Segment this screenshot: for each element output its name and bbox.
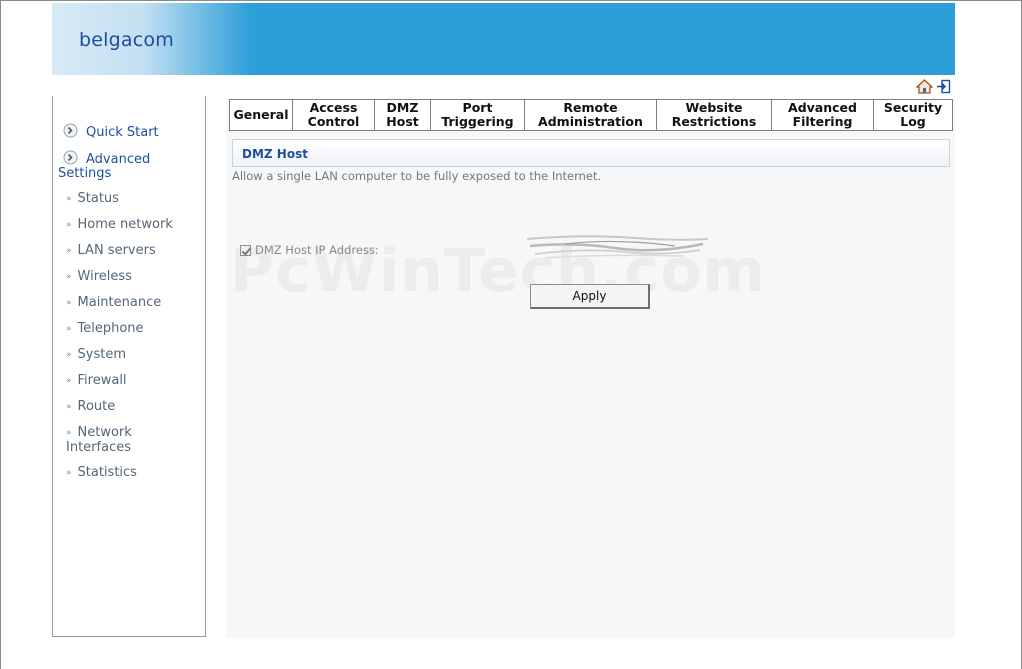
sidebar-item-label: Maintenance [77, 295, 162, 310]
tab-label: General [233, 107, 289, 122]
sidebar-item-label: Telephone [77, 321, 144, 336]
sidebar-item-label: Wireless [77, 269, 132, 284]
sidebar-item-label: Route [77, 399, 116, 414]
sidebar-item-label: System [77, 347, 126, 362]
header-banner: belgacom [52, 3, 955, 75]
sidebar-item-label: Statistics [77, 465, 137, 480]
tab-label-line2: Restrictions [671, 114, 757, 129]
tab-label: Security [883, 100, 943, 115]
section-title: DMZ Host [232, 139, 950, 167]
tab-remote-administration[interactable]: Remote Administration [525, 100, 657, 130]
sidebar-item-route[interactable]: » Route [66, 399, 115, 414]
tab-label-line2: Log [900, 114, 926, 129]
logo[interactable]: belgacom [79, 29, 174, 51]
sidebar-item-label-line2: Interfaces [66, 440, 131, 455]
tab-label-line2: Host [386, 114, 419, 129]
sidebar-item-lan-servers[interactable]: » LAN servers [66, 243, 156, 258]
sidebar-item-maintenance[interactable]: » Maintenance [66, 295, 161, 310]
double-chevron-icon: » [66, 324, 72, 334]
double-chevron-icon: » [66, 298, 72, 308]
sidebar-item-firewall[interactable]: » Firewall [66, 373, 127, 388]
tab-access-control[interactable]: Access Control [293, 100, 375, 130]
tab-label: Website [685, 100, 743, 115]
home-icon[interactable] [916, 79, 933, 94]
sidebar-item-statistics[interactable]: » Statistics [66, 465, 137, 480]
tab-label: DMZ [386, 100, 419, 115]
ip-address-field[interactable] [525, 234, 710, 264]
dmz-host-label: DMZ Host IP Address: [255, 243, 379, 257]
double-chevron-icon: » [66, 272, 72, 282]
logout-icon[interactable] [936, 79, 951, 94]
sidebar-item-status[interactable]: » Status [66, 191, 119, 206]
sidebar-item-wireless[interactable]: » Wireless [66, 269, 132, 284]
tab-dmz-host[interactable]: DMZ Host [375, 100, 431, 130]
section-description: Allow a single LAN computer to be fully … [232, 169, 602, 183]
double-chevron-icon: » [66, 246, 72, 256]
sidebar-item-label: Firewall [77, 373, 127, 388]
tab-bar: General Access Control DMZ Host Port Trigge… [229, 99, 953, 131]
double-chevron-icon: » [66, 194, 72, 204]
tab-label-line2: Control [307, 114, 360, 129]
sidebar-item-home-network[interactable]: » Home network [66, 217, 173, 232]
tab-label: Remote [563, 100, 618, 115]
sidebar-item-label: Status [77, 191, 119, 206]
sidebar-item-network-interfaces[interactable]: » Network Interfaces [66, 425, 132, 455]
double-chevron-icon: » [66, 428, 72, 438]
tab-label-line2: Filtering [792, 114, 853, 129]
menu-label-line2: Settings [58, 166, 112, 181]
tab-advanced-filtering[interactable]: Advanced Filtering [772, 100, 874, 130]
tab-label: Access [309, 100, 358, 115]
top-icons [916, 79, 952, 95]
menu-label: Advanced [86, 152, 151, 167]
menu-label: Quick Start [86, 125, 159, 140]
sidebar-item-system[interactable]: » System [66, 347, 126, 362]
double-chevron-icon: » [66, 220, 72, 230]
tab-label-line2: Triggering [441, 114, 514, 129]
arrow-right-icon [63, 123, 78, 138]
double-chevron-icon: » [66, 402, 72, 412]
double-chevron-icon: » [66, 350, 72, 360]
arrow-right-icon [63, 150, 78, 165]
sidebar-item-label: Network [77, 425, 132, 440]
tab-website-restrictions[interactable]: Website Restrictions [657, 100, 772, 130]
sidebar-item-telephone[interactable]: » Telephone [66, 321, 144, 336]
sidebar: Quick Start Advanced Settings » Status » H… [52, 96, 206, 637]
dmz-host-row: DMZ Host IP Address: [240, 243, 379, 257]
apply-button[interactable]: Apply [530, 284, 650, 309]
tab-label-line2: Administration [538, 114, 643, 129]
tab-label: Port [462, 100, 493, 115]
double-chevron-icon: » [66, 468, 72, 478]
tab-label: Advanced [788, 100, 857, 115]
sidebar-item-label: LAN servers [77, 243, 156, 258]
double-chevron-icon: » [66, 376, 72, 386]
dmz-host-checkbox[interactable] [240, 244, 251, 256]
tab-general[interactable]: General [230, 100, 293, 130]
tab-security-log[interactable]: Security Log [874, 100, 952, 130]
tab-port-triggering[interactable]: Port Triggering [431, 100, 525, 130]
sidebar-item-label: Home network [77, 217, 173, 232]
